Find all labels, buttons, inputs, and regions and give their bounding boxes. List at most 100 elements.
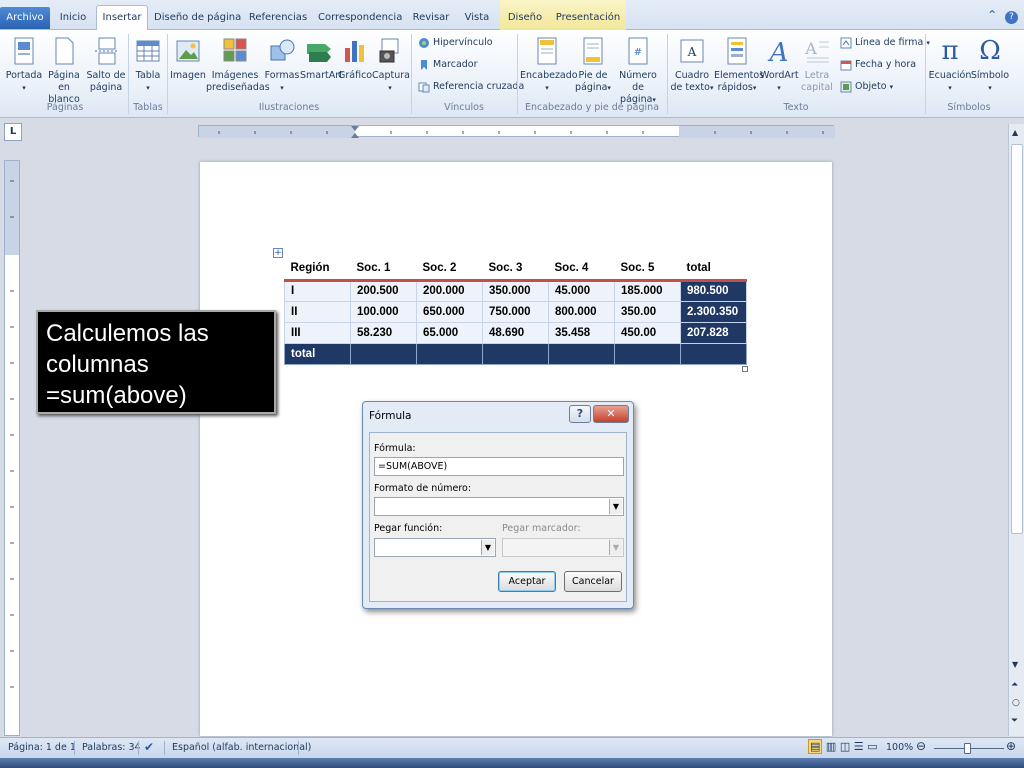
table-cell[interactable]: 200.000: [416, 279, 483, 302]
wordart-button[interactable]: A WordArt ▾: [760, 36, 799, 94]
formula-input[interactable]: =SUM(ABOVE): [374, 457, 624, 476]
table-cell[interactable]: 350.000: [482, 279, 549, 302]
letra-capital-button[interactable]: A Letra capital: [798, 36, 836, 94]
vertical-ruler[interactable]: [4, 160, 20, 736]
table-cell[interactable]: 45.000: [548, 279, 615, 302]
previous-page-icon[interactable]: ⏶: [1011, 680, 1018, 690]
table-cell-empty[interactable]: [680, 342, 747, 365]
full-screen-reading-icon[interactable]: ▥: [826, 740, 836, 753]
zoom-level[interactable]: 100%: [886, 742, 913, 753]
paste-function-select[interactable]: ▼: [374, 538, 496, 557]
table-cell-empty[interactable]: [548, 342, 615, 365]
tab-diseno[interactable]: Diseño: [500, 0, 550, 30]
table-cell[interactable]: 650.000: [416, 300, 483, 323]
outline-icon[interactable]: ☰: [854, 740, 864, 753]
language-indicator[interactable]: Español (alfab. internacional): [172, 742, 311, 753]
web-layout-icon[interactable]: ◫: [840, 740, 850, 753]
table-cell[interactable]: 35.458: [548, 321, 615, 344]
zoom-slider-thumb[interactable]: [964, 743, 971, 754]
header-cell[interactable]: Soc. 2: [416, 258, 483, 282]
table-cell[interactable]: 185.000: [614, 279, 681, 302]
tab-inicio[interactable]: Inicio: [54, 8, 92, 30]
table-cell[interactable]: 800.000: [548, 300, 615, 323]
browse-object-icon[interactable]: ○: [1012, 698, 1020, 708]
table-cell[interactable]: 207.828: [680, 321, 747, 344]
dropdown-arrow-icon[interactable]: ▼: [481, 540, 494, 555]
word-count[interactable]: Palabras: 34: [82, 742, 141, 753]
header-cell[interactable]: Soc. 1: [350, 258, 417, 282]
table-resize-handle[interactable]: [742, 366, 748, 372]
dropdown-arrow-icon[interactable]: ▼: [609, 499, 622, 514]
captura-button[interactable]: Captura ▾: [372, 36, 410, 94]
zoom-out-icon[interactable]: ⊖: [916, 739, 926, 753]
table-cell[interactable]: 450.00: [614, 321, 681, 344]
proofing-check-icon[interactable]: ✔: [144, 740, 154, 754]
table-cell[interactable]: 200.500: [350, 279, 417, 302]
table-move-handle[interactable]: +: [273, 248, 283, 258]
table-cell[interactable]: 48.690: [482, 321, 549, 344]
linea-de-firma-button[interactable]: Línea de firma ▾: [840, 35, 930, 51]
print-layout-icon[interactable]: ▤: [808, 739, 823, 754]
grafico-button[interactable]: Gráfico: [338, 36, 372, 82]
tab-selector[interactable]: L: [4, 123, 22, 141]
hipervinculo-button[interactable]: Hipervínculo: [418, 35, 493, 51]
table-cell[interactable]: I: [284, 279, 351, 302]
scroll-thumb[interactable]: [1011, 144, 1023, 534]
table-cell-empty[interactable]: [614, 342, 681, 365]
tab-insertar[interactable]: Insertar: [96, 5, 148, 31]
table-cell[interactable]: total: [284, 342, 351, 365]
horizontal-ruler[interactable]: [198, 125, 835, 138]
pie-de-pagina-button[interactable]: Pie de página▾: [574, 36, 612, 94]
tab-correspondencia[interactable]: Correspondencia: [318, 8, 402, 30]
scroll-down-icon[interactable]: ▼: [1012, 660, 1018, 669]
tab-archivo[interactable]: Archivo: [0, 7, 50, 29]
tabla-button[interactable]: Tabla ▾: [132, 36, 164, 94]
table-cell[interactable]: 350.00: [614, 300, 681, 323]
referencia-cruzada-button[interactable]: Referencia cruzada: [418, 79, 524, 95]
table-cell[interactable]: 58.230: [350, 321, 417, 344]
aceptar-button[interactable]: Aceptar: [498, 571, 556, 592]
tab-revisar[interactable]: Revisar: [410, 8, 452, 30]
tab-referencias[interactable]: Referencias: [246, 8, 310, 30]
table-cell[interactable]: II: [284, 300, 351, 323]
vertical-scrollbar[interactable]: ▲ ▼ ⏶ ○ ⏷: [1008, 124, 1024, 736]
cuadro-de-texto-button[interactable]: A Cuadro de texto▾: [670, 36, 714, 94]
imagenes-prediseñadas-button[interactable]: Imágenes prediseñadas: [206, 36, 270, 94]
table-cell-empty[interactable]: [350, 342, 417, 365]
chevron-up-icon[interactable]: ⌃: [987, 8, 997, 22]
table-cell[interactable]: 2.300.350: [680, 300, 747, 323]
pagina-en-blanco-button[interactable]: Página en blanco: [42, 36, 86, 106]
tab-vista[interactable]: Vista: [460, 8, 494, 30]
numero-de-pagina-button[interactable]: # Número de página▾: [612, 36, 664, 106]
table-cell[interactable]: 100.000: [350, 300, 417, 323]
imagen-button[interactable]: Imagen: [170, 36, 206, 82]
help-icon[interactable]: ?: [1005, 11, 1018, 24]
tab-presentacion[interactable]: Presentación: [550, 0, 626, 30]
header-cell[interactable]: total: [680, 258, 747, 282]
table-cell[interactable]: III: [284, 321, 351, 344]
fecha-y-hora-button[interactable]: Fecha y hora: [840, 57, 916, 73]
simbolo-button[interactable]: Ω Símbolo ▾: [970, 36, 1010, 94]
next-page-icon[interactable]: ⏷: [1011, 716, 1018, 726]
encabezado-button[interactable]: Encabezado ▾: [520, 36, 578, 94]
header-cell[interactable]: Soc. 4: [548, 258, 615, 282]
table-cell-empty[interactable]: [482, 342, 549, 365]
help-button[interactable]: ?: [569, 405, 591, 423]
elementos-rapidos-button[interactable]: Elementos rápidos▾: [714, 36, 764, 94]
zoom-in-icon[interactable]: ⊕: [1006, 739, 1016, 753]
table-cell[interactable]: 980.500: [680, 279, 747, 302]
portada-button[interactable]: Portada ▾: [4, 36, 44, 94]
cancelar-button[interactable]: Cancelar: [564, 571, 622, 592]
salto-de-pagina-button[interactable]: Salto de página: [86, 36, 126, 94]
page-count[interactable]: Página: 1 de 1: [8, 742, 76, 753]
formas-button[interactable]: Formas ▾: [264, 36, 300, 94]
objeto-button[interactable]: Objeto ▾: [840, 79, 893, 95]
smartart-button[interactable]: SmartArt: [300, 36, 343, 82]
table-cell[interactable]: 65.000: [416, 321, 483, 344]
scroll-up-icon[interactable]: ▲: [1012, 128, 1018, 137]
tab-diseno-pagina[interactable]: Diseño de página: [154, 8, 241, 30]
table-cell-empty[interactable]: [416, 342, 483, 365]
header-cell[interactable]: Soc. 5: [614, 258, 681, 282]
ecuacion-button[interactable]: π Ecuación ▾: [928, 36, 972, 94]
draft-icon[interactable]: ▭: [867, 740, 877, 753]
